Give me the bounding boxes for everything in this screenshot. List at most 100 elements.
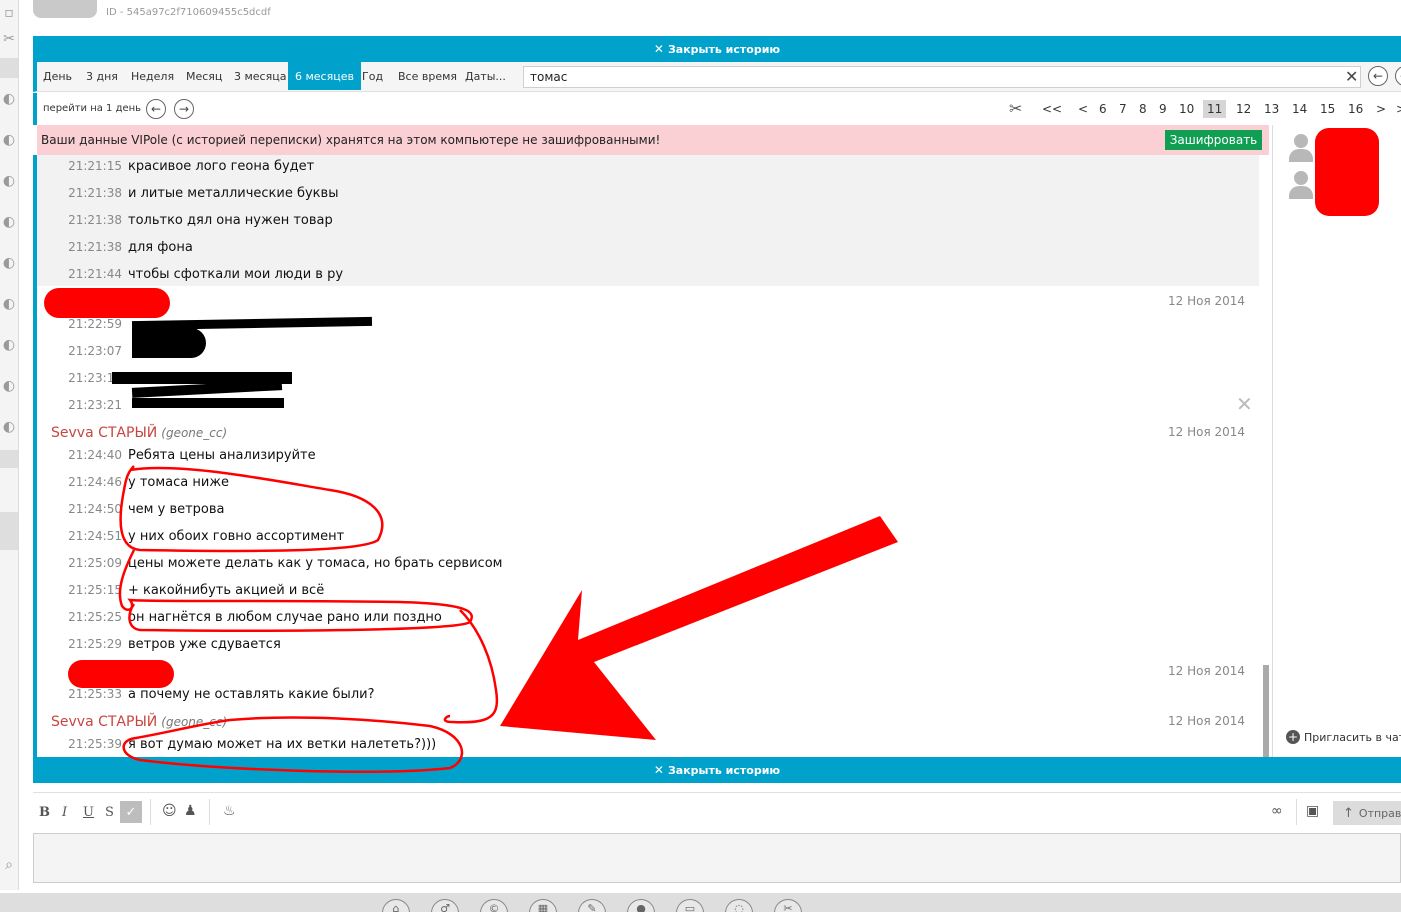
page-next[interactable]: > (1376, 102, 1386, 116)
message-time: 21:21:15 (68, 159, 122, 173)
message-text: а почему не оставлять какие были? (128, 686, 375, 702)
page-8[interactable]: 8 (1139, 102, 1147, 116)
contact-icon[interactable]: ◐ (0, 86, 18, 112)
page-11[interactable]: 11 (1203, 100, 1227, 118)
bold-button[interactable]: B (39, 805, 50, 820)
folder-icon[interactable]: ▭ (676, 899, 704, 912)
close-history-bar-bottom[interactable]: ✕ Закрыть историю (33, 757, 1401, 783)
tools-icon[interactable]: ✂ (0, 26, 18, 52)
tools-icon[interactable]: ✂ (1009, 99, 1022, 118)
message-time: 21:23:21 (68, 398, 122, 412)
search-next-button[interactable]: → (1395, 66, 1401, 86)
page-14[interactable]: 14 (1292, 102, 1307, 116)
clear-search-icon[interactable]: ✕ (1345, 67, 1358, 86)
page-13[interactable]: 13 (1264, 102, 1279, 116)
history-nav: перейти на 1 день ← → ✂ << < 6 7 8 9 10 … (33, 93, 1401, 125)
message-text: тольтко дял она нужен товар (128, 212, 333, 228)
contact-icon[interactable]: ◐ (0, 291, 18, 317)
close-icon: ✕ (653, 42, 664, 56)
message-text: у них обоих говно ассортимент (128, 528, 345, 544)
message-text: + какойнибуть акцией и всё (128, 582, 325, 598)
smiley-icon[interactable]: ☺ (162, 803, 177, 819)
page-first[interactable]: << (1042, 102, 1062, 116)
page-7[interactable]: 7 (1119, 102, 1127, 116)
message-text: у томаса ниже (128, 474, 230, 490)
author-name: Sevva СТАРЫЙ (51, 714, 158, 730)
tab-month[interactable]: Месяц (186, 62, 222, 90)
history-icon[interactable]: © (480, 899, 508, 912)
tab-week[interactable]: Неделя (131, 62, 174, 90)
save-icon[interactable]: ▣ (1306, 803, 1319, 819)
tab-year[interactable]: Год (362, 62, 383, 90)
message-date: 12 Ноя 2014 (1168, 425, 1246, 439)
page-6[interactable]: 6 (1099, 102, 1107, 116)
contact-icon[interactable]: ♟ (184, 803, 197, 819)
tab-dates[interactable]: Даты... (465, 62, 506, 90)
sidebar-block (0, 450, 18, 468)
contact-icon[interactable]: ◐ (0, 127, 18, 153)
send-label: Отправить (1358, 806, 1401, 820)
message-time: 21:21:44 (68, 267, 122, 281)
page-9[interactable]: 9 (1159, 102, 1167, 116)
day-prev-button[interactable]: ← (146, 99, 166, 119)
message-date: 12 Ноя 2014 (1168, 294, 1246, 308)
page-prev[interactable]: < (1078, 102, 1088, 116)
left-sidebar: ▫ ✂ ◐ ◐ ◐ ◐ ◐ ◐ ◐ ◐ ◐ ⌕ (0, 0, 19, 890)
page-16[interactable]: 16 (1348, 102, 1363, 116)
contact-icon[interactable]: ◐ (0, 414, 18, 440)
tab-all-time[interactable]: Все время (398, 62, 457, 90)
toolbar-divider (1296, 799, 1297, 825)
search-input[interactable]: томас (523, 66, 1361, 88)
settings-icon[interactable]: ✂ (774, 899, 802, 912)
message-time: 21:24:50 (68, 502, 122, 516)
search-prev-button[interactable]: ← (1368, 66, 1388, 86)
message-text: чтобы сфоткали мои люди в ру (128, 266, 344, 282)
message-input[interactable] (33, 833, 1401, 883)
strike-button[interactable]: S (105, 805, 114, 820)
contact-icon[interactable]: ◐ (0, 250, 18, 276)
close-icon[interactable]: ✕ (1236, 392, 1253, 416)
search-icon[interactable]: ⌕ (0, 852, 18, 878)
invite-label: Пригласить в чат... (1304, 731, 1401, 744)
contact-icon[interactable]: ◐ (0, 332, 18, 358)
voice-message-icon[interactable]: ∞ (1271, 803, 1283, 819)
spellcheck-button[interactable]: ✓ (120, 801, 142, 823)
send-button[interactable]: ↑ Отправить (1333, 801, 1401, 825)
chat-icon[interactable]: ◌ (725, 899, 753, 912)
contacts-icon[interactable]: ♂ (431, 899, 459, 912)
tab-6-months[interactable]: 6 месяцев (288, 62, 361, 90)
contact-icon[interactable]: ◐ (0, 209, 18, 235)
home-icon[interactable]: ⌂ (382, 899, 410, 912)
message-time: 21:24:46 (68, 475, 122, 489)
notes-icon[interactable]: ✎ (578, 899, 606, 912)
redacted-author (44, 288, 170, 318)
contact-icon[interactable]: ◐ (0, 373, 18, 399)
message-text: он нагнётся в любом случае рано или позд… (128, 609, 442, 625)
encrypt-button[interactable]: Зашифровать (1165, 130, 1262, 150)
sidebar-item[interactable]: ▫ (0, 0, 18, 26)
page-12[interactable]: 12 (1236, 102, 1251, 116)
fire-icon[interactable]: ♨ (223, 803, 236, 819)
redaction-scribble (132, 398, 284, 408)
message-time: 21:21:38 (68, 240, 122, 254)
message-time: 21:22:59 (68, 317, 122, 331)
day-next-button[interactable]: → (174, 99, 194, 119)
tab-3-days[interactable]: 3 дня (86, 62, 118, 90)
close-history-bar-top[interactable]: ✕ Закрыть историю (33, 36, 1401, 62)
lock-icon[interactable]: ● (627, 899, 655, 912)
page-15[interactable]: 15 (1320, 102, 1335, 116)
italic-button[interactable]: I (62, 805, 67, 820)
page-last[interactable]: > (1396, 102, 1401, 116)
tab-3-months[interactable]: 3 месяца (234, 62, 286, 90)
invite-to-chat-button[interactable]: + Пригласить в чат... (1286, 730, 1401, 744)
underline-button[interactable]: U (83, 805, 94, 820)
tab-day[interactable]: День (43, 62, 72, 90)
message-time: 21:25:25 (68, 610, 122, 624)
message-text: красивое лого геона будет (128, 158, 315, 174)
message-time: 21:25:39 (68, 737, 122, 751)
contact-icon[interactable]: ◐ (0, 168, 18, 194)
calendar-icon[interactable]: ▦ (529, 899, 557, 912)
page-10[interactable]: 10 (1179, 102, 1194, 116)
redaction-scribble (132, 328, 206, 358)
chat-scrollbar[interactable] (1263, 665, 1269, 757)
